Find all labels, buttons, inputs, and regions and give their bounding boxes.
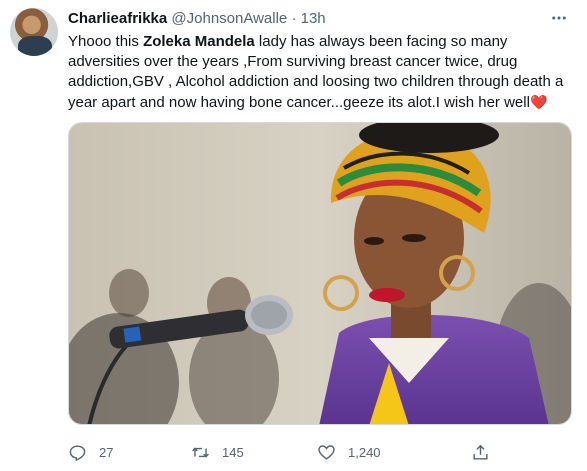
timestamp[interactable]: 13h	[301, 10, 326, 27]
heart-icon	[318, 444, 335, 460]
separator-dot: ·	[291, 10, 297, 27]
reply-count: 27	[99, 444, 114, 460]
author-handle[interactable]: @JohnsonAwalle	[171, 10, 287, 27]
reply-button[interactable]: 27	[68, 441, 113, 463]
share-button[interactable]	[471, 441, 490, 463]
tweet-photo[interactable]	[68, 122, 572, 425]
more-icon	[552, 16, 566, 20]
tweet-text: Yhooo this Zoleka Mandela lady has alway…	[68, 32, 578, 113]
share-icon	[473, 444, 488, 460]
photo-of-woman-at-microphone-icon	[69, 123, 571, 424]
reply-icon	[69, 444, 86, 461]
like-button[interactable]: 1,240	[317, 441, 381, 463]
retweet-icon	[192, 447, 209, 457]
heart-emoji-icon: ❤️	[529, 94, 548, 110]
tweet-actions: 27 145 1,240	[68, 441, 488, 463]
retweet-button[interactable]: 145	[191, 441, 244, 463]
avatar[interactable]	[10, 8, 58, 56]
tweet-text-part1: Yhooo this	[68, 33, 144, 50]
like-count: 1,240	[348, 444, 381, 460]
more-options-button[interactable]	[549, 8, 569, 28]
tweet-header: Charlieafrikka @JohnsonAwalle · 13h	[68, 9, 577, 29]
tweet-text-bold-name[interactable]: Zoleka Mandela	[143, 33, 255, 50]
retweet-count: 145	[222, 444, 244, 460]
author-name[interactable]: Charlieafrikka	[68, 10, 167, 27]
